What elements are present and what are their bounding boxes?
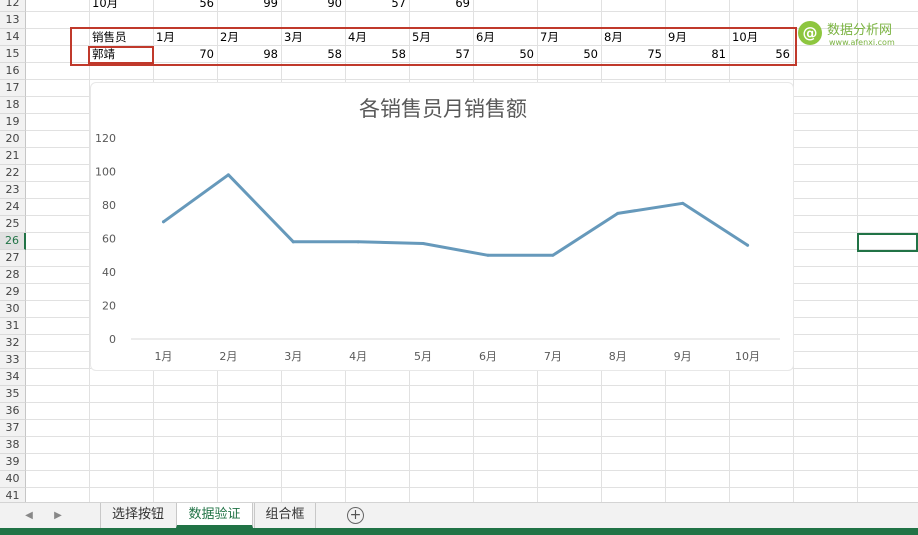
y-tick-label: 60 <box>102 233 116 246</box>
row-header[interactable]: 33 <box>0 352 26 369</box>
series-line <box>162 173 750 257</box>
spreadsheet-grid[interactable]: 12 13 14 15 16 17 18 19 20 21 22 23 24 25 26 27 28 29 30 31… <box>0 0 918 502</box>
tab-combo-box[interactable]: 组合框 <box>254 503 316 528</box>
data-point <box>746 243 750 247</box>
row-header[interactable]: 31 <box>0 318 26 335</box>
active-cell-selection[interactable] <box>857 233 918 252</box>
row-gridline <box>26 385 918 386</box>
row-gridline <box>26 470 918 471</box>
cell-row12-value[interactable]: 56 <box>153 0 217 12</box>
x-tick-label: 10月 <box>735 350 760 363</box>
watermark: @ 数据分析网 www.afenxi.com <box>798 17 908 51</box>
row-header[interactable]: 38 <box>0 437 26 454</box>
scroll-tabs-left-icon[interactable]: ◀ <box>21 508 37 524</box>
row-header[interactable]: 41 <box>0 488 26 502</box>
row-header[interactable]: 37 <box>0 420 26 437</box>
row-header[interactable]: 32 <box>0 335 26 352</box>
cell-row12-label[interactable]: 10月 <box>89 0 153 12</box>
cell-row12-value[interactable]: 57 <box>345 0 409 12</box>
row-header[interactable]: 19 <box>0 114 26 131</box>
data-point <box>291 240 295 244</box>
row-header[interactable]: 36 <box>0 403 26 420</box>
y-tick-label: 40 <box>102 266 116 279</box>
row-header[interactable]: 20 <box>0 131 26 148</box>
cell-row12-value[interactable]: 99 <box>217 0 281 12</box>
x-tick-label: 9月 <box>674 350 692 363</box>
data-point <box>681 201 685 205</box>
data-point <box>421 242 425 246</box>
row-header[interactable]: 27 <box>0 250 26 267</box>
x-tick-label: 3月 <box>284 350 302 363</box>
table-highlight-frame <box>70 27 797 66</box>
watermark-url: www.afenxi.com <box>829 38 895 47</box>
data-point <box>551 253 555 257</box>
row-header[interactable]: 22 <box>0 165 26 182</box>
row-header[interactable]: 15 <box>0 46 26 63</box>
row-header[interactable]: 40 <box>0 471 26 488</box>
scroll-tabs-right-icon[interactable]: ▶ <box>50 508 66 524</box>
row-header[interactable]: 35 <box>0 386 26 403</box>
row-header[interactable]: 13 <box>0 12 26 29</box>
y-tick-label: 100 <box>95 166 116 179</box>
data-point <box>161 220 165 224</box>
row-header[interactable]: 25 <box>0 216 26 233</box>
data-point <box>486 253 490 257</box>
row-header[interactable]: 21 <box>0 148 26 165</box>
watermark-title: 数据分析网 <box>827 23 893 38</box>
data-point <box>356 240 360 244</box>
tab-select-button[interactable]: 选择按钮 <box>100 503 175 528</box>
row-gridline <box>26 79 918 80</box>
row-header[interactable]: 16 <box>0 63 26 80</box>
data-point <box>616 211 620 215</box>
x-tick-label: 2月 <box>219 350 237 363</box>
y-tick-label: 120 <box>95 132 116 145</box>
row-gridline <box>26 402 918 403</box>
row-header[interactable]: 39 <box>0 454 26 471</box>
row-header[interactable]: 12 <box>0 0 26 12</box>
row-header[interactable]: 28 <box>0 267 26 284</box>
afenxi-logo-icon: @ <box>798 21 822 45</box>
x-tick-label: 5月 <box>414 350 432 363</box>
cell-row12-value[interactable]: 69 <box>409 0 473 12</box>
row-header[interactable]: 26 <box>0 233 26 250</box>
x-tick-label: 4月 <box>349 350 367 363</box>
row-gridline <box>26 487 918 488</box>
cell-row12-value[interactable]: 90 <box>281 0 345 12</box>
row-header[interactable]: 34 <box>0 369 26 386</box>
row-gridline <box>26 436 918 437</box>
row-header[interactable]: 24 <box>0 199 26 216</box>
line-chart[interactable]: 各销售员月销售额 0 20 40 60 80 100 120 1月 2月 3月 4月 5月 6月 7月 8月 9… <box>90 82 794 371</box>
row-header[interactable]: 29 <box>0 284 26 301</box>
x-tick-label: 8月 <box>609 350 627 363</box>
tab-data-validation[interactable]: 数据验证 <box>176 503 253 528</box>
row-header[interactable]: 17 <box>0 80 26 97</box>
x-tick-label: 7月 <box>544 350 562 363</box>
sheet-tab-bar: ◀ ▶ 选择按钮 数据验证 组合框 + <box>0 502 918 528</box>
y-tick-label: 0 <box>109 333 116 346</box>
add-sheet-icon[interactable]: + <box>347 507 364 524</box>
status-bar <box>0 528 918 535</box>
x-tick-label: 6月 <box>479 350 497 363</box>
chart-canvas: 各销售员月销售额 0 20 40 60 80 100 120 1月 2月 3月 4月 5月 6月 7月 8月 9… <box>95 97 780 363</box>
chart-title: 各销售员月销售额 <box>359 97 527 121</box>
row-header[interactable]: 14 <box>0 29 26 46</box>
y-tick-label: 20 <box>102 300 116 313</box>
row-header[interactable]: 30 <box>0 301 26 318</box>
x-tick-label: 1月 <box>154 350 172 363</box>
row-header[interactable]: 23 <box>0 182 26 199</box>
row-gridline <box>26 453 918 454</box>
row-gridline <box>26 419 918 420</box>
y-tick-label: 80 <box>102 199 116 212</box>
row-header[interactable]: 18 <box>0 97 26 114</box>
data-point <box>226 173 230 177</box>
name-cell-highlight <box>88 46 154 64</box>
